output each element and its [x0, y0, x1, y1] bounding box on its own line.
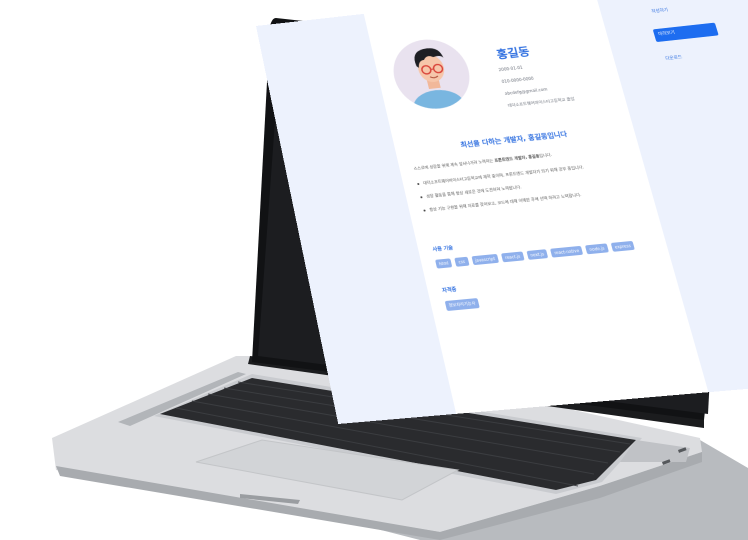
laptop-screen: 홍길동 2000-01-01 010-0000-0000 abcdefg@gma… [256, 0, 748, 424]
laptop-mockup: 홍길동 2000-01-01 010-0000-0000 abcdefg@gma… [0, 0, 748, 540]
menu-write-link[interactable]: 작성하기 [651, 7, 669, 14]
bullet-dot-icon [417, 183, 419, 185]
profile-info: 홍길동 2000-01-01 010-0000-0000 abcdefg@gma… [489, 34, 627, 116]
bullet-dot-icon [420, 196, 422, 198]
cert-title: 자격증 [441, 286, 457, 294]
skills-title: 사용 기술 [432, 244, 454, 253]
menu-preview-button[interactable]: 미리보기 [653, 23, 719, 42]
bullet-dot-icon [423, 210, 425, 212]
profile-avatar [386, 36, 477, 113]
skill-tag: express [610, 241, 635, 252]
intro-prefix: 스스로에 성장을 위해 계속 앞서나가려 노력하는 [413, 158, 495, 171]
skills-tag-list: html css javascript react.js next.js rea… [435, 238, 663, 268]
skill-tag: react.js [501, 251, 524, 262]
skill-tag: react-native [550, 246, 583, 258]
cert-tag: 정보처리기능사 [445, 298, 480, 311]
bullet-text: 성장 활동을 통해 항상 새로운 것에 도전하려 노력합니다. [426, 184, 522, 198]
skill-tag: next.js [526, 249, 548, 260]
intro-bold: 프론트엔드 개발자, 홍길동 [494, 153, 540, 162]
intro-suffix: 입니다. [539, 152, 553, 158]
skill-tag: css [454, 257, 469, 267]
skill-tag: html [435, 258, 452, 268]
skill-tag: node.js [585, 243, 608, 254]
avatar-illustration-icon [386, 36, 477, 113]
skill-tag: javascript [471, 254, 499, 265]
menu-download-link[interactable]: 다운로드 [665, 54, 683, 61]
